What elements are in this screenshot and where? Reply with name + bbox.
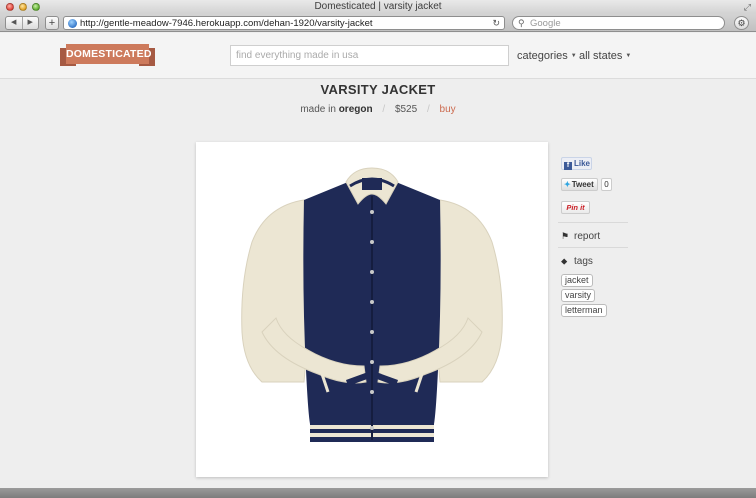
tweet-button[interactable]: ✦Tweet [561, 178, 598, 191]
back-button[interactable]: ◀ [6, 17, 23, 29]
states-label: all states [579, 50, 623, 62]
product-meta: made in oregon / $525 / buy [0, 104, 756, 115]
window-title: Domesticated | varsity jacket [314, 1, 442, 12]
tag-icon: ⬥ [561, 256, 568, 266]
meta-separator: / [382, 104, 386, 115]
tags-heading: ⬥ tags [561, 255, 593, 268]
sidebar-divider [558, 247, 628, 248]
made-in-label: made in [300, 104, 336, 115]
chevron-down-icon: ▼ [570, 53, 577, 59]
tag-varsity[interactable]: varsity [561, 289, 596, 302]
twitter-bird-icon: ✦ [564, 180, 571, 189]
facebook-icon: f [564, 162, 572, 170]
tags-label: tags [574, 256, 593, 267]
categories-dropdown[interactable]: categories ▼ [517, 50, 577, 63]
tag-letterman[interactable]: letterman [561, 304, 607, 317]
back-forward-buttons: ◀ ▶ [5, 16, 39, 30]
add-bookmark-button[interactable]: + [45, 16, 59, 30]
globe-icon [68, 19, 77, 28]
pin-it-button[interactable]: Pin it [561, 201, 590, 214]
price: $525 [394, 104, 418, 115]
report-link[interactable]: ⚑ report [561, 230, 600, 243]
forward-button[interactable]: ▶ [23, 17, 39, 29]
origin-link[interactable]: oregon [339, 104, 373, 115]
states-dropdown[interactable]: all states ▼ [579, 50, 631, 63]
browser-toolbar: ◀ ▶ + http://gentle-meadow-7946.herokuap… [0, 14, 756, 32]
browser-search-placeholder: Google [530, 18, 561, 29]
url-text[interactable]: http://gentle-meadow-7946.herokuapp.com/… [80, 17, 373, 30]
flag-icon: ⚑ [561, 231, 570, 241]
logo-text: DOMESTICATED [66, 44, 151, 64]
address-bar[interactable]: http://gentle-meadow-7946.herokuapp.com/… [63, 16, 505, 30]
gear-icon[interactable]: ⚙ [734, 16, 749, 30]
tag-jacket[interactable]: jacket [561, 274, 593, 287]
facebook-like-button[interactable]: f Like [561, 157, 592, 170]
buy-link[interactable]: buy [440, 104, 456, 115]
product-title: VARSITY JACKET [320, 82, 436, 97]
window-titlebar: Domesticated | varsity jacket ⤢ [0, 0, 756, 14]
fullscreen-icon[interactable]: ⤢ [744, 1, 751, 13]
chevron-down-icon: ▼ [625, 53, 632, 59]
product-image[interactable] [196, 142, 548, 477]
magnifier-icon: ⚲ [518, 18, 525, 28]
tweet-count: 0 [601, 178, 612, 191]
site-search-input[interactable] [230, 45, 509, 66]
browser-search-field[interactable]: ⚲ Google [512, 16, 725, 30]
site-logo[interactable]: DOMESTICATED [60, 44, 155, 68]
varsity-jacket-image [241, 167, 503, 442]
tweet-label: Tweet [571, 180, 594, 189]
like-label: Like [574, 159, 591, 168]
report-label: report [574, 231, 601, 242]
reload-icon[interactable]: ↻ [492, 17, 500, 30]
site-header: DOMESTICATED categories▼ all states▼ [0, 33, 756, 79]
categories-label: categories [517, 50, 568, 62]
meta-separator: / [426, 104, 430, 115]
sidebar-divider [558, 222, 628, 223]
window-bottom-bar [0, 488, 756, 498]
